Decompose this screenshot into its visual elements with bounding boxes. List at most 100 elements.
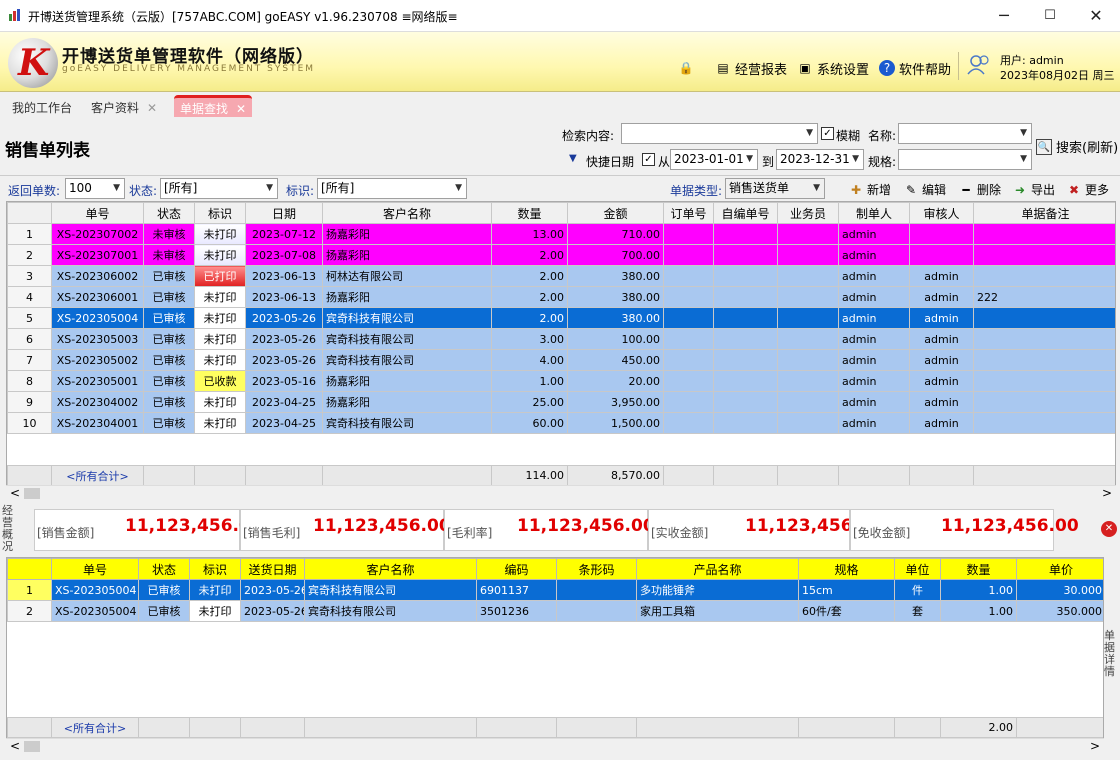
table-row[interactable]: 6 XS-202305003 已审核 未打印 2023-05-26 宾奇科技有限公司 3.0… (7, 328, 1115, 350)
column-header[interactable]: 客户名称 (304, 558, 477, 580)
horizontal-scrollbar[interactable]: < > (6, 738, 1104, 754)
table-cell: 扬嘉彩阳 (322, 223, 492, 245)
column-header[interactable]: 单号 (51, 202, 144, 224)
export-button[interactable]: ➜ 导出 (1012, 181, 1055, 198)
table-row[interactable]: 1 XS-202307002 未审核 未打印 2023-07-12 扬嘉彩阳 13.00 71… (7, 223, 1115, 245)
close-summary-icon[interactable]: ✕ (1101, 521, 1117, 537)
column-header[interactable]: 条形码 (556, 558, 637, 580)
column-header[interactable]: 审核人 (909, 202, 974, 224)
column-header[interactable]: 单价 (1016, 558, 1103, 580)
table-row[interactable]: 1 XS-202305004 已审核 未打印 2023-05-26 宾奇科技有限公司 690… (7, 579, 1103, 601)
scroll-thumb[interactable] (24, 741, 40, 752)
table-row[interactable]: 8 XS-202305001 已审核 已收款 2023-05-16 扬嘉彩阳 1.00 20.… (7, 370, 1115, 392)
table-cell (713, 349, 778, 371)
table-cell: XS-202304001 (51, 412, 144, 434)
table-row[interactable]: 2 XS-202307001 未审核 未打印 2023-07-08 扬嘉彩阳 2.00 700… (7, 244, 1115, 266)
column-header[interactable]: 金额 (567, 202, 664, 224)
scroll-right-icon[interactable]: > (1102, 486, 1112, 500)
settings-button[interactable]: ▣ 系统设置 (797, 58, 869, 78)
scroll-left-icon[interactable]: < (10, 486, 20, 500)
column-header[interactable]: 日期 (245, 202, 323, 224)
column-header[interactable]: 规格 (798, 558, 895, 580)
column-header[interactable]: 单据备注 (973, 202, 1115, 224)
reports-button[interactable]: ▤ 经营报表 (715, 58, 787, 78)
more-icon: ✖ (1068, 182, 1080, 197)
column-header[interactable]: 制单人 (838, 202, 910, 224)
return-count-select[interactable]: 100 ▼ (65, 178, 125, 199)
help-button[interactable]: ? 软件帮助 (879, 58, 951, 78)
column-header[interactable]: 状态 (143, 202, 195, 224)
horizontal-scrollbar[interactable]: < > (6, 485, 1116, 501)
column-header[interactable]: 标识 (189, 558, 241, 580)
scroll-thumb[interactable] (24, 488, 40, 499)
scroll-right-icon[interactable]: > (1090, 739, 1100, 753)
close-window-button[interactable]: ✕ (1073, 0, 1119, 32)
table-cell (556, 579, 637, 601)
from-checkbox[interactable]: ✓ (642, 153, 655, 166)
column-header[interactable]: 标识 (194, 202, 246, 224)
column-header[interactable]: 数量 (491, 202, 568, 224)
doc-type-select[interactable]: 销售送货单 ▼ (725, 178, 825, 199)
table-cell (713, 265, 778, 287)
fuzzy-checkbox[interactable]: ✓ (821, 127, 834, 140)
chevron-down-icon: ▼ (746, 154, 753, 164)
total-label: <所有合计> (51, 717, 139, 738)
column-header[interactable]: 订单号 (663, 202, 714, 224)
app-header: K 开博送货单管理软件（网络版） goEASY DELIVERY MANAGEM… (0, 32, 1120, 92)
column-header[interactable]: 自编单号 (713, 202, 778, 224)
column-header[interactable]: 编码 (476, 558, 557, 580)
search-button[interactable]: 🔍 搜索(刷新) (1036, 137, 1118, 156)
table-cell: 未打印 (194, 349, 246, 371)
status-select[interactable]: [所有] ▼ (160, 178, 278, 199)
table-row[interactable]: 7 XS-202305002 已审核 未打印 2023-05-26 宾奇科技有限公司 4.0… (7, 349, 1115, 371)
delete-button[interactable]: ━ 删除 (958, 181, 1001, 198)
column-header[interactable]: 业务员 (777, 202, 839, 224)
column-header[interactable] (7, 202, 52, 224)
new-button[interactable]: ✚ 新增 (848, 181, 891, 198)
close-tab-icon[interactable]: ✕ (236, 102, 246, 116)
column-header[interactable]: 客户名称 (322, 202, 492, 224)
tab-customers[interactable]: 客户资料 ✕ (85, 97, 163, 119)
name-input[interactable]: ▼ (898, 123, 1032, 144)
table-cell: 3.00 (491, 328, 568, 350)
to-date-picker[interactable]: 2023-12-31 ▼ (776, 149, 864, 170)
table-row[interactable]: 4 XS-202306001 已审核 未打印 2023-06-13 扬嘉彩阳 2.00 380… (7, 286, 1115, 308)
maximize-button[interactable]: ☐ (1027, 0, 1073, 32)
table-row[interactable]: 2 XS-202305004 已审核 未打印 2023-05-26 宾奇科技有限公司 350… (7, 600, 1103, 622)
column-header[interactable]: 单号 (51, 558, 139, 580)
table-cell (663, 286, 714, 308)
from-date-picker[interactable]: 2023-01-01 ▼ (670, 149, 758, 170)
quick-date-label[interactable]: 快捷日期 (586, 153, 634, 170)
table-row[interactable]: 10 XS-202304001 已审核 未打印 2023-04-25 宾奇科技有限公司 60… (7, 412, 1115, 434)
minimize-button[interactable]: ─ (981, 0, 1027, 32)
scroll-left-icon[interactable]: < (10, 739, 20, 753)
table-cell: 8 (7, 370, 52, 392)
table-cell: 未打印 (194, 223, 246, 245)
column-header[interactable]: 状态 (138, 558, 190, 580)
table-row[interactable]: 3 XS-202306002 已审核 已打印 2023-06-13 柯林达有限公司 2.00… (7, 265, 1115, 287)
table-row[interactable]: 5 XS-202305004 已审核 未打印 2023-05-26 宾奇科技有限公司 2.0… (7, 307, 1115, 329)
spec-input[interactable]: ▼ (898, 149, 1032, 170)
column-header[interactable]: 数量 (940, 558, 1017, 580)
close-tab-icon[interactable]: ✕ (147, 101, 157, 115)
column-header[interactable]: 单位 (894, 558, 941, 580)
table-cell (777, 265, 839, 287)
table-cell (973, 244, 1115, 266)
lock-button[interactable]: 🔒 (678, 58, 694, 78)
tab-document-search[interactable]: 单据查找 ✕ (174, 95, 253, 117)
table-cell (973, 307, 1115, 329)
table-cell: 已审核 (138, 579, 190, 601)
table-cell: 2023-06-13 (245, 286, 323, 308)
table-cell: 2023-05-26 (245, 349, 323, 371)
column-header[interactable]: 送货日期 (240, 558, 305, 580)
tab-workbench[interactable]: 我的工作台 (6, 97, 78, 119)
search-content-input[interactable]: ▼ (621, 123, 818, 144)
more-button[interactable]: ✖ 更多 (1066, 181, 1109, 198)
table-row[interactable]: 9 XS-202304002 已审核 未打印 2023-04-25 扬嘉彩阳 25.00 3,… (7, 391, 1115, 413)
delete-label: 删除 (977, 183, 1002, 197)
edit-button[interactable]: ✎ 编辑 (903, 181, 946, 198)
column-header[interactable]: 产品名称 (636, 558, 799, 580)
column-header[interactable] (7, 558, 52, 580)
table-cell: admin (838, 412, 910, 434)
mark-select[interactable]: [所有] ▼ (317, 178, 467, 199)
